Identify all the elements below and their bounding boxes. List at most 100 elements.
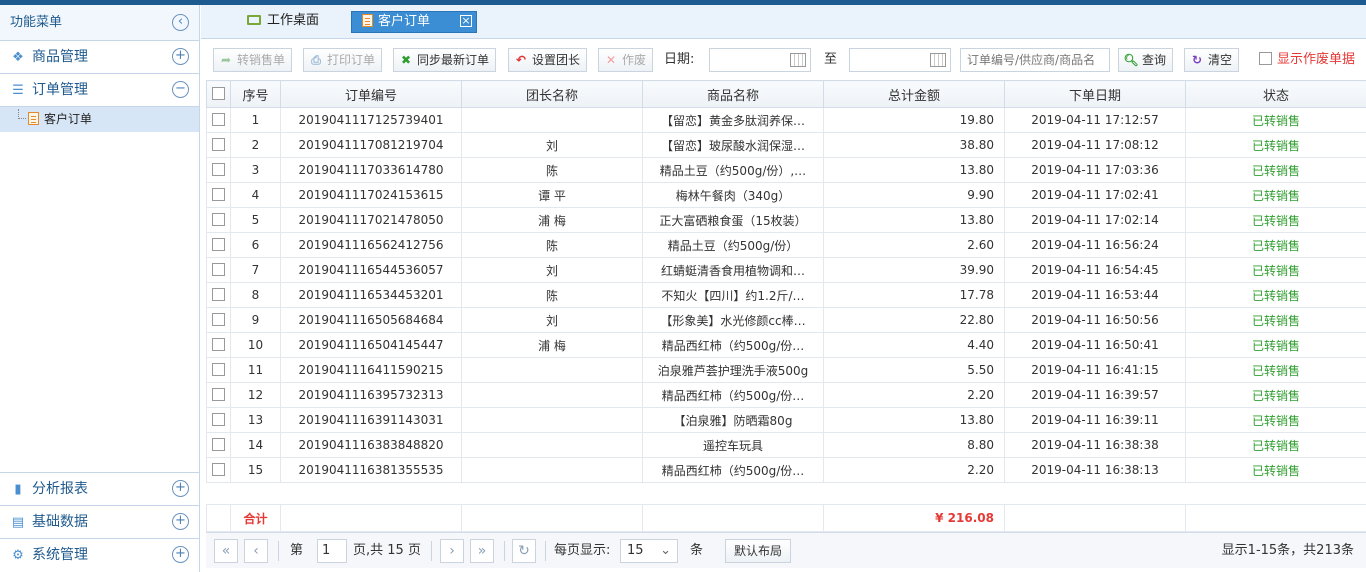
row-checkbox[interactable]: [212, 263, 225, 276]
per-page-select[interactable]: 15 ⌄: [620, 539, 678, 563]
row-checkbox[interactable]: [212, 213, 225, 226]
table-row[interactable]: 1 2019041117125739401 【留恋】黄金多肽润养保… 19.80 201…: [206, 107, 1366, 133]
column-header[interactable]: 商品名称: [642, 80, 824, 108]
row-select-cell[interactable]: [206, 107, 231, 133]
calendar-icon[interactable]: [790, 53, 806, 67]
row-checkbox[interactable]: [212, 288, 225, 301]
collapse-icon[interactable]: −: [172, 81, 189, 98]
search-input[interactable]: 订单编号/供应商/商品名: [960, 48, 1110, 72]
row-checkbox[interactable]: [212, 188, 225, 201]
sidebar-section-reports[interactable]: ▮ 分析报表 +: [0, 473, 199, 506]
total-cell: [206, 504, 231, 532]
show-void-label[interactable]: 显示作废单据: [1277, 48, 1355, 72]
table-row[interactable]: 12 2019041116395732313 精品西红柿（约500g/份… 2.20 2…: [206, 382, 1366, 408]
product-name: 不知火【四川】约1.2斤/…: [642, 282, 824, 308]
date-to-input[interactable]: [849, 48, 951, 72]
table-row[interactable]: 7 2019041116544536057 刘红蜻蜓清香食用植物调和… 39.90 20…: [206, 257, 1366, 283]
row-select-cell[interactable]: [206, 382, 231, 408]
row-select-cell[interactable]: [206, 132, 231, 158]
row-checkbox[interactable]: [212, 163, 225, 176]
sidebar-section-orders[interactable]: ☰ 订单管理 −: [0, 74, 199, 107]
row-checkbox[interactable]: [212, 363, 225, 376]
page-number-input[interactable]: 1: [317, 539, 347, 563]
sidebar-section-system[interactable]: ⚙ 系统管理 +: [0, 539, 199, 572]
table-row[interactable]: 2 2019041117081219704 刘【留恋】玻尿酸水润保湿… 38.80 20…: [206, 132, 1366, 158]
chevron-left-icon[interactable]: ‹: [172, 14, 189, 31]
set-leader-button[interactable]: ↶ 设置团长: [508, 48, 588, 72]
row-checkbox[interactable]: [212, 338, 225, 351]
select-all-cell[interactable]: [206, 80, 231, 108]
to-sale-button[interactable]: ➦ 转销售单: [213, 48, 293, 72]
expand-icon[interactable]: +: [172, 546, 189, 563]
void-button[interactable]: ✕ 作废: [598, 48, 654, 72]
table-row[interactable]: 8 2019041116534453201 陈不知火【四川】约1.2斤/… 17.78…: [206, 282, 1366, 308]
table-row[interactable]: 11 2019041116411590215 泊泉雅芦荟护理洗手液500g 5.50 2…: [206, 357, 1366, 383]
row-select-cell[interactable]: [206, 307, 231, 333]
column-header[interactable]: 总计金额: [823, 80, 1005, 108]
row-number: 10: [230, 332, 281, 358]
row-select-cell[interactable]: [206, 432, 231, 458]
row-select-cell[interactable]: [206, 332, 231, 358]
row-checkbox[interactable]: [212, 438, 225, 451]
expand-icon[interactable]: +: [172, 480, 189, 497]
prev-page-icon[interactable]: ‹: [244, 539, 268, 563]
row-checkbox[interactable]: [212, 413, 225, 426]
print-button[interactable]: ⎙ 打印订单: [303, 48, 383, 72]
sidebar-item-customer-orders[interactable]: 客户订单: [0, 107, 199, 132]
last-page-icon[interactable]: »: [470, 539, 494, 563]
table-row[interactable]: 6 2019041116562412756 陈精品土豆（约500g/份） 2.60 20…: [206, 232, 1366, 258]
row-select-cell[interactable]: [206, 357, 231, 383]
table-row[interactable]: 4 2019041117024153615 谭 平梅林午餐肉（340g） 9.90 20…: [206, 182, 1366, 208]
amount: 13.80: [823, 407, 1005, 433]
column-header[interactable]: 订单编号: [280, 80, 462, 108]
row-checkbox[interactable]: [212, 113, 225, 126]
row-select-cell[interactable]: [206, 182, 231, 208]
row-select-cell[interactable]: [206, 232, 231, 258]
tab-workspace[interactable]: 工作桌面: [237, 11, 329, 33]
clear-button[interactable]: ↻ 清空: [1184, 48, 1240, 72]
expand-icon[interactable]: +: [172, 513, 189, 530]
expand-icon[interactable]: +: [172, 48, 189, 65]
leader-name: [461, 432, 643, 458]
calendar-icon[interactable]: [930, 53, 946, 67]
table-row[interactable]: 5 2019041117021478050 浦 梅正大富硒粮食蛋（15枚装） 13.8…: [206, 207, 1366, 233]
row-checkbox[interactable]: [212, 388, 225, 401]
divider: [278, 541, 279, 561]
checkbox[interactable]: [1259, 52, 1272, 65]
table-row[interactable]: 14 2019041116383848820 遥控车玩具 8.80 2019-04-11…: [206, 432, 1366, 458]
tab-customer-orders[interactable]: 客户订单 ×: [351, 11, 477, 33]
row-select-cell[interactable]: [206, 407, 231, 433]
table-row[interactable]: 15 2019041116381355535 精品西红柿（约500g/份… 2.20 2…: [206, 457, 1366, 483]
close-icon[interactable]: ×: [460, 15, 472, 27]
refresh-icon[interactable]: ↻: [512, 539, 536, 563]
sync-orders-button[interactable]: ✖ 同步最新订单: [393, 48, 497, 72]
row-checkbox[interactable]: [212, 463, 225, 476]
column-header[interactable]: 团长名称: [461, 80, 643, 108]
table-row[interactable]: 13 2019041116391143031 【泊泉雅】防晒霜80g 13.80 201…: [206, 407, 1366, 433]
first-page-icon[interactable]: «: [214, 539, 238, 563]
table-row[interactable]: 9 2019041116505684684 刘【形象美】水光修颜cc棒… 22.80 2…: [206, 307, 1366, 333]
column-header[interactable]: 状态: [1185, 80, 1366, 108]
row-select-cell[interactable]: [206, 157, 231, 183]
table-row[interactable]: 3 2019041117033614780 陈精品土豆（约500g/份）,… 13.8…: [206, 157, 1366, 183]
row-select-cell[interactable]: [206, 257, 231, 283]
table-row[interactable]: 10 2019041116504145447 浦 梅精品西红柿（约500g/份… 4.…: [206, 332, 1366, 358]
sidebar-section-goods[interactable]: ❖ 商品管理 +: [0, 41, 199, 74]
column-header[interactable]: 序号: [230, 80, 281, 108]
row-checkbox[interactable]: [212, 138, 225, 151]
select-all-checkbox[interactable]: [212, 86, 225, 100]
button-label: 同步最新订单: [417, 53, 490, 67]
order-number: 2019041117033614780: [280, 157, 462, 183]
row-select-cell[interactable]: [206, 457, 231, 483]
next-page-icon[interactable]: ›: [440, 539, 464, 563]
row-checkbox[interactable]: [212, 238, 225, 251]
sidebar-section-basic-data[interactable]: ▤ 基础数据 +: [0, 506, 199, 539]
column-header[interactable]: 下单日期: [1004, 80, 1186, 108]
date-from-input[interactable]: [709, 48, 811, 72]
query-button[interactable]: 🔍︎ 查询: [1118, 48, 1174, 72]
row-select-cell[interactable]: [206, 207, 231, 233]
row-select-cell[interactable]: [206, 282, 231, 308]
show-void-checkbox[interactable]: [1259, 48, 1272, 72]
row-checkbox[interactable]: [212, 313, 225, 326]
default-layout-button[interactable]: 默认布局: [725, 539, 792, 563]
